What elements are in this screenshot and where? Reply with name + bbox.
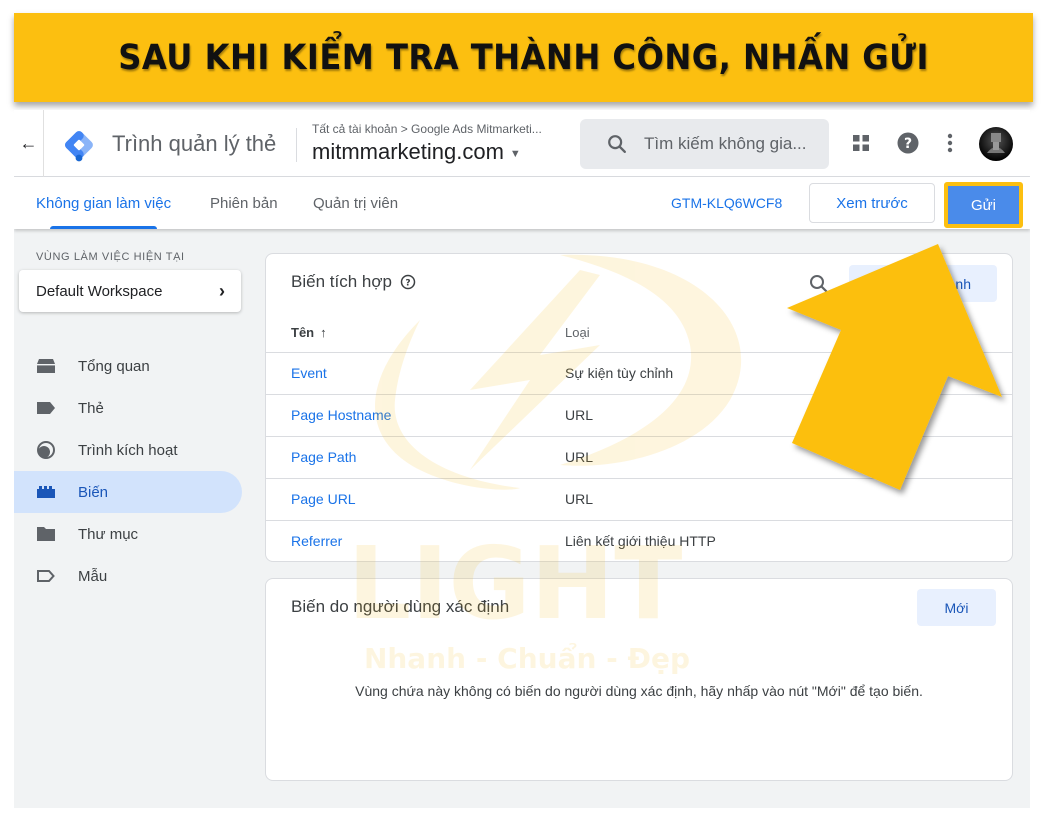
more-options-button[interactable] [935,128,965,158]
nav-label: Mẫu [78,567,108,585]
chevron-right-icon: › [219,280,225,301]
tab-label: Không gian làm việc [36,194,172,212]
preview-button[interactable]: Xem trước [809,183,935,223]
table-row[interactable]: Page URL URL [266,479,1012,521]
card-title-text: Biến tích hợp [291,272,392,291]
search-icon [608,135,626,153]
tag-icon [36,398,56,418]
nav-label: Tổng quan [78,357,150,375]
svg-text:?: ? [405,279,410,289]
tag-manager-logo [65,131,93,162]
tab-admin[interactable]: Quản trị viên [313,177,398,229]
table-row[interactable]: Page Hostname URL [266,395,1012,437]
tab-bar: Không gian làm việc Phiên bản Quản trị v… [14,177,1030,229]
table-row[interactable]: Referrer Liên kết giới thiệu HTTP [266,521,1012,563]
help-outline-icon[interactable]: ? [400,274,416,290]
apps-button[interactable] [846,128,876,158]
table-header: Tên ↑ Loại [266,312,1012,353]
user-defined-variables-card: Biến do người dùng xác định Mới Vùng chứ… [265,578,1013,781]
workspace-search[interactable]: Tìm kiếm không gia... [580,119,829,169]
table-search-icon[interactable] [807,272,831,296]
container-selector[interactable]: mitmmarketing.com ▼ [312,139,521,165]
avatar-image [987,133,1005,153]
variable-type: Sự kiện tùy chỉnh [565,365,674,381]
banner-text: SAU KHI KIỂM TRA THÀNH CÔNG, NHẤN GỬI [118,37,929,78]
tab-label: Quản trị viên [313,194,399,212]
submit-button[interactable]: Gửi [948,186,1019,224]
sidebar-item-variables[interactable]: Biến [14,471,242,513]
variable-name-link[interactable]: Referrer [291,533,342,549]
sidebar-nav: Tổng quan Thẻ Trình kích hoạt Biến Thư m… [14,345,242,597]
help-button[interactable]: ? [893,128,923,158]
app-title: Trình quản lý thẻ [112,131,277,156]
variable-name-link[interactable]: Page URL [291,491,356,507]
variable-name-link[interactable]: Page Hostname [291,407,391,423]
avatar[interactable] [979,127,1013,161]
workspace-selector[interactable]: Default Workspace › [19,270,241,312]
nav-label: Thẻ [78,399,104,417]
workspace-name: Default Workspace [36,282,163,300]
table-body: Event Sự kiện tùy chỉnh Page Hostname UR… [266,353,1012,563]
column-header-name[interactable]: Tên ↑ [291,325,327,340]
trigger-icon [36,440,56,460]
variable-type: URL [565,491,594,507]
overview-icon [36,356,56,376]
variable-name-link[interactable]: Event [291,365,327,381]
sort-arrow-up-icon: ↑ [320,325,327,340]
nav-label: Biến [78,483,109,501]
table-row[interactable]: Event Sự kiện tùy chỉnh [266,353,1012,395]
folder-icon [36,524,56,544]
nav-label: Thư mục [78,525,139,543]
breadcrumb[interactable]: Tất cả tài khoản > Google Ads Mitmarketi… [312,122,542,136]
tab-label: Phiên bản [210,194,278,212]
header-divider [296,128,297,162]
back-button[interactable]: ← [14,110,44,177]
sidebar-item-tags[interactable]: Thẻ [14,387,242,429]
sidebar-item-folders[interactable]: Thư mục [14,513,242,555]
apps-grid-icon [853,135,869,151]
variable-type: Liên kết giới thiệu HTTP [565,533,716,549]
help-icon: ? [897,132,919,154]
tab-workspace[interactable]: Không gian làm việc [36,177,171,229]
user-defined-title: Biến do người dùng xác định [291,597,510,616]
instruction-banner: SAU KHI KIỂM TRA THÀNH CÔNG, NHẤN GỬI [14,13,1033,102]
variable-name-link[interactable]: Page Path [291,449,356,465]
sidebar-item-templates[interactable]: Mẫu [14,555,242,597]
template-icon [36,566,56,586]
empty-state-message: Vùng chứa này không có biến do người dùn… [355,683,923,699]
nav-label: Trình kích hoạt [78,441,178,459]
column-name-label: Tên [291,325,315,340]
builtin-variables-title: Biến tích hợp ? [291,272,416,292]
variable-type: URL [565,449,594,465]
table-row[interactable]: Page Path URL [266,437,1012,479]
variable-type: URL [565,407,594,423]
top-bar: ← Trình quản lý thẻ Tất cả tài khoản > G… [14,110,1030,177]
new-variable-button[interactable]: Mới [917,589,996,626]
svg-text:?: ? [904,136,912,152]
sidebar-item-overview[interactable]: Tổng quan [14,345,242,387]
configure-button[interactable]: nh [849,265,997,302]
back-arrow-icon: ← [19,133,38,153]
current-workspace-label: VÙNG LÀM VIỆC HIỆN TẠI [36,251,185,263]
caret-down-icon: ▼ [509,148,521,160]
builtin-variables-card: Biến tích hợp ? nh Tên ↑ Loại Event Sự k… [265,253,1013,562]
container-name: mitmmarketing.com [312,139,504,164]
more-vert-icon [947,133,953,153]
container-id[interactable]: GTM-KLQ6WCF8 [671,177,782,229]
tab-versions[interactable]: Phiên bản [210,177,278,229]
variable-icon [36,482,56,502]
search-placeholder: Tìm kiếm không gia... [644,134,807,153]
tag-manager-app: ← Trình quản lý thẻ Tất cả tài khoản > G… [14,110,1030,808]
column-header-type: Loại [565,325,590,340]
sidebar-item-triggers[interactable]: Trình kích hoạt [14,429,242,471]
